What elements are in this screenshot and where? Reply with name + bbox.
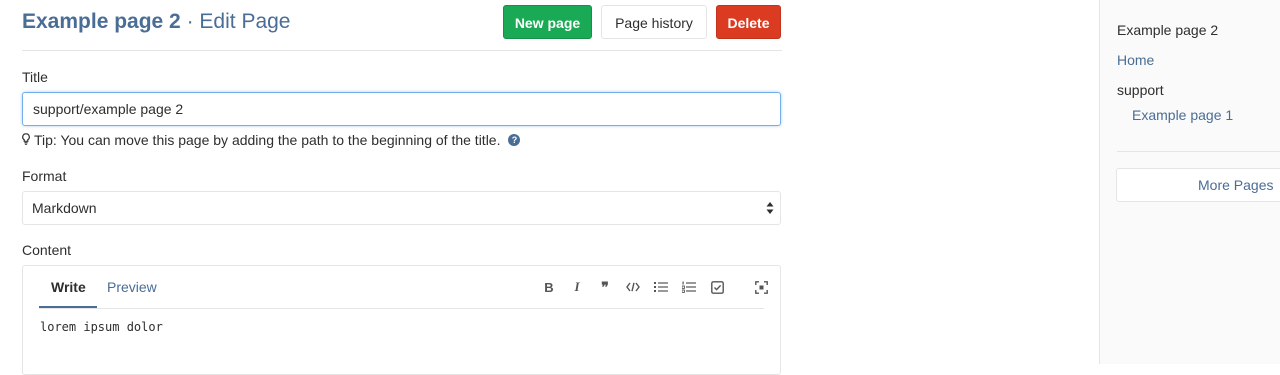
page-name: Example page 2 [22,10,181,33]
title-separator: · [180,10,200,33]
sidebar-group-support: support [1117,82,1164,98]
quote-icon[interactable]: ❞ [595,277,615,297]
help-icon[interactable]: ? [508,134,521,146]
page-history-button[interactable]: Page history [601,5,707,39]
numbered-list-icon[interactable] [679,277,699,297]
format-select-value: Markdown [32,200,97,216]
delete-button[interactable]: Delete [716,5,781,39]
content-label: Content [22,242,72,258]
active-tab-indicator [39,306,97,308]
page-title: Example page 2 · Edit Page [22,8,291,36]
sidebar-item-home[interactable]: Home [1117,52,1154,68]
code-icon[interactable] [623,277,643,297]
fullscreen-icon[interactable] [751,277,771,297]
sidebar-item-example-page-1[interactable]: Example page 1 [1132,107,1233,123]
italic-icon[interactable]: I [567,277,587,297]
tab-write[interactable]: Write [51,278,86,296]
format-select[interactable]: Markdown [22,191,781,225]
content-textarea[interactable]: lorem ipsum dolor [40,320,163,334]
main-content: Example page 2 · Edit Page New page Page… [22,0,782,375]
wiki-sidebar: Example page 2 Home support Example page… [1099,0,1280,364]
page-subtitle: Edit Page [199,10,291,33]
tip-text: Tip: You can move this page by adding th… [22,132,521,148]
title-input[interactable]: support/example page 2 [22,92,781,126]
lightbulb-icon [22,132,30,148]
more-pages-button[interactable]: More Pages [1116,168,1280,202]
sidebar-divider [1117,151,1280,152]
title-label: Title [22,69,48,85]
editor-tabs: Write Preview B I ❞ [39,266,768,309]
new-page-button[interactable]: New page [503,5,592,39]
sidebar-item-current-page[interactable]: Example page 2 [1117,22,1218,38]
markdown-editor: Write Preview B I ❞ lorem ipsum dolor [22,265,781,375]
bullet-list-icon[interactable] [651,277,671,297]
select-arrows-icon [766,202,774,214]
tip-label: Tip: You can move this page by adding th… [34,132,501,148]
tab-preview[interactable]: Preview [107,278,157,296]
bold-icon[interactable]: B [539,277,559,297]
page-header: Example page 2 · Edit Page New page Page… [22,0,782,51]
format-label: Format [22,168,67,184]
task-list-icon[interactable] [707,277,727,297]
